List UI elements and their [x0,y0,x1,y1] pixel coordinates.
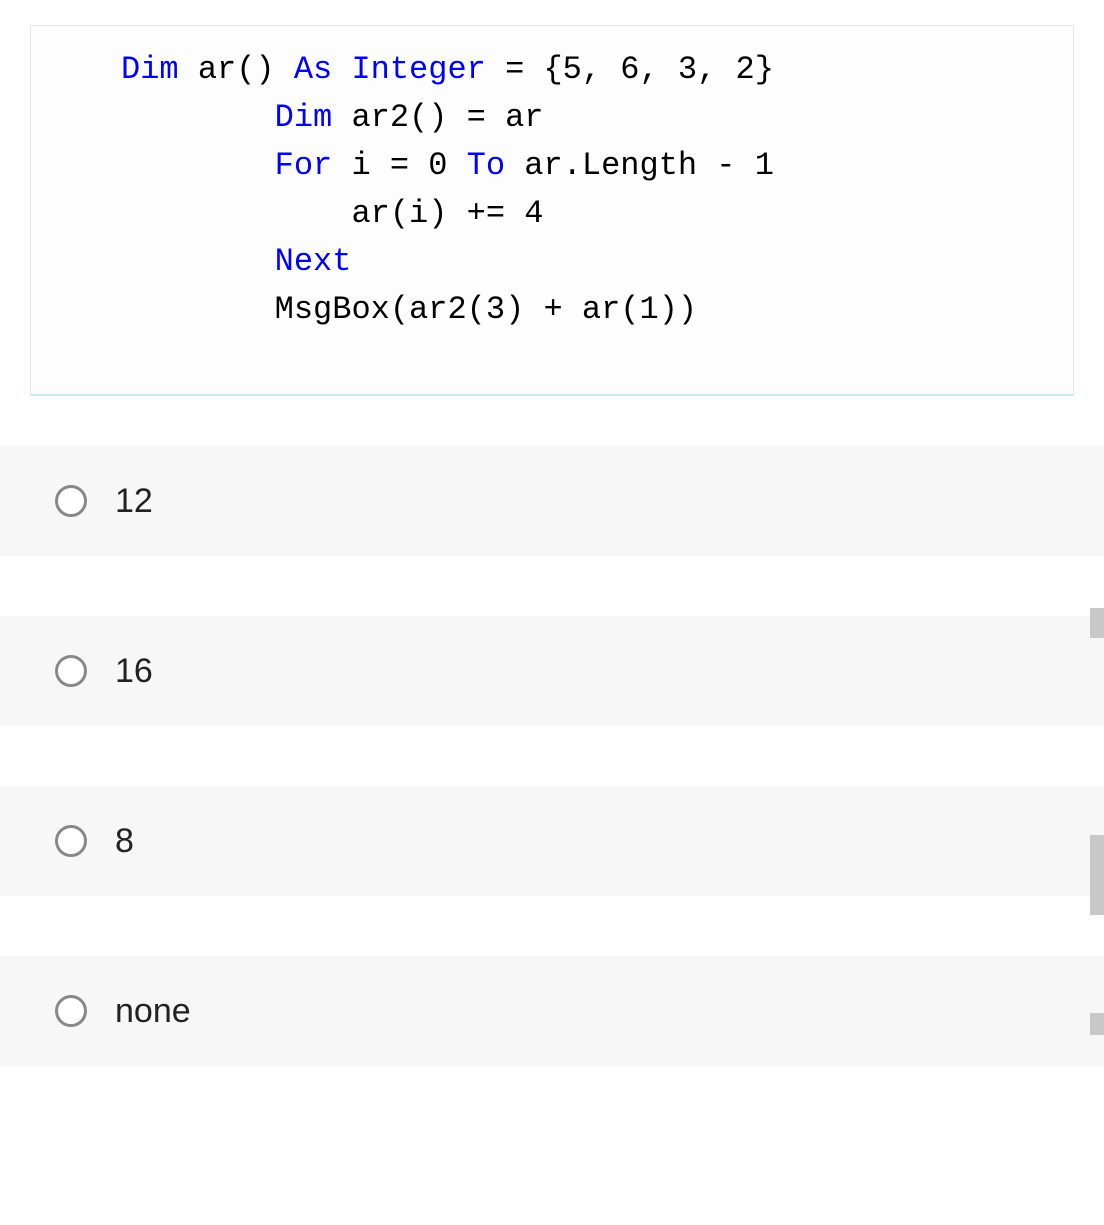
code-token: ar2() = ar [332,99,543,136]
option-16[interactable]: 16 [0,616,1104,726]
option-label: none [115,992,191,1031]
code-block: Dim ar() As Integer = {5, 6, 3, 2} Dim a… [30,25,1074,396]
code-token: Dim [121,51,179,88]
scrollbar[interactable] [1086,25,1104,1225]
code-token: MsgBox(ar2(3) + ar(1)) [275,291,697,328]
scrollbar-thumb[interactable] [1090,835,1104,915]
code-token: For [275,147,333,184]
code-token [332,51,351,88]
radio-icon[interactable] [55,995,87,1027]
option-12[interactable]: 12 [0,446,1104,556]
code-token: ar() [179,51,294,88]
code-token: Dim [275,99,333,136]
radio-icon[interactable] [55,485,87,517]
option-label: 8 [115,822,134,861]
scrollbar-thumb[interactable] [1090,608,1104,638]
scrollbar-thumb[interactable] [1090,1013,1104,1035]
code-token: ar(i) += 4 [351,195,543,232]
radio-icon[interactable] [55,655,87,687]
code-token: Integer [351,51,485,88]
option-none[interactable]: none [0,956,1104,1066]
options-container: 12 16 8 none [0,446,1104,1066]
code-token: Next [275,243,352,280]
option-8[interactable]: 8 [0,786,1104,896]
code-token: i = 0 [332,147,466,184]
radio-icon[interactable] [55,825,87,857]
code-token: ar.Length - 1 [505,147,774,184]
code-token: = {5, 6, 3, 2} [486,51,774,88]
option-label: 16 [115,652,153,691]
code-token: As [294,51,332,88]
code-token: To [467,147,505,184]
option-label: 12 [115,482,153,521]
